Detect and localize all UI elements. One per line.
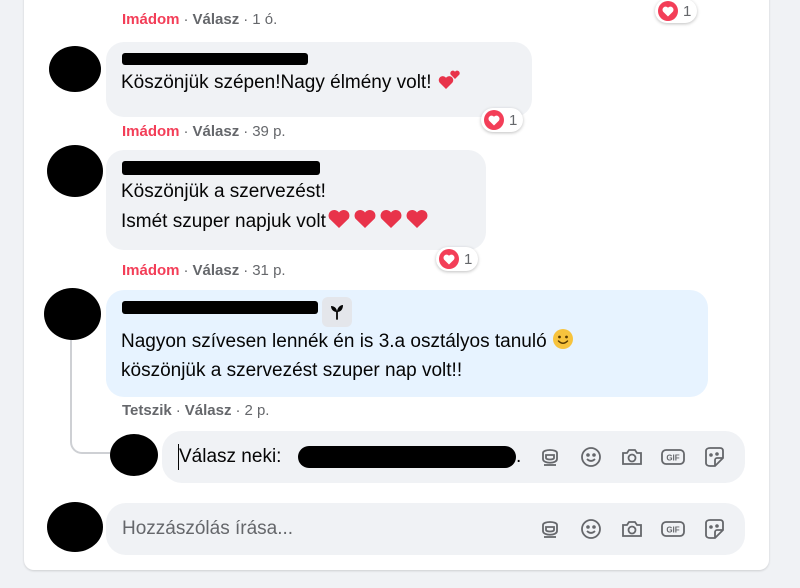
svg-text:GIF: GIF: [666, 526, 679, 535]
reply-input[interactable]: Válasz neki: . GIF: [162, 431, 745, 483]
reaction-count: 1: [509, 111, 518, 129]
love-reaction-link[interactable]: Imádom: [122, 11, 180, 28]
sticker-icon[interactable]: [701, 516, 727, 542]
red-heart-icon: [326, 206, 352, 239]
love-reaction-link[interactable]: Imádom: [122, 123, 180, 140]
comment-input-placeholder: Hozzászólás írása...: [122, 518, 294, 539]
two-hearts-icon: [437, 67, 463, 100]
reply-thread-line: [70, 338, 110, 454]
gif-icon[interactable]: GIF: [660, 444, 686, 470]
emoji-icon[interactable]: [578, 444, 604, 470]
redacted-mention: [298, 446, 516, 468]
reaction-count: 1: [464, 250, 473, 268]
current-user-avatar: [47, 502, 103, 552]
comment-bubble: Köszönjük szépen!Nagy élmény volt!: [106, 42, 532, 117]
redacted-author-name: [122, 161, 320, 175]
new-member-badge[interactable]: [322, 297, 352, 327]
comment-text: köszönjük a szervezést szuper nap volt!!: [121, 360, 463, 381]
reply-link[interactable]: Válasz: [185, 402, 232, 419]
avatar-sticker-icon[interactable]: [537, 444, 563, 470]
reply-input-text: Válasz neki:: [179, 446, 282, 467]
red-heart-icon: [404, 206, 430, 239]
timestamp[interactable]: 2 p.: [244, 402, 269, 419]
svg-text:GIF: GIF: [666, 454, 679, 463]
sprout-icon: [331, 305, 343, 320]
reaction-summary[interactable]: 1: [481, 108, 524, 132]
avatar[interactable]: [47, 145, 103, 197]
love-reaction-icon: [439, 249, 459, 269]
camera-icon[interactable]: [619, 444, 645, 470]
camera-icon[interactable]: [619, 516, 645, 542]
red-heart-icon: [378, 206, 404, 239]
reply-link[interactable]: Válasz: [193, 262, 240, 279]
reaction-summary[interactable]: 1: [655, 0, 698, 23]
timestamp[interactable]: 31 p.: [252, 262, 285, 279]
love-reaction-icon: [658, 1, 678, 21]
avatar-sticker-icon[interactable]: [537, 516, 563, 542]
comment-text: Köszönjük a szervezést!: [121, 181, 326, 202]
redacted-author-name: [122, 53, 308, 65]
comment-text: Nagyon szívesen lennék én is 3.a osztály…: [121, 327, 574, 359]
comment-meta: Imádom · Válasz · 39 p.: [122, 123, 286, 140]
comment-text: Köszönjük szépen!Nagy élmény volt!: [121, 67, 463, 100]
reaction-count: 1: [683, 2, 692, 20]
like-link[interactable]: Tetszik: [122, 402, 172, 419]
timestamp[interactable]: 1 ó.: [252, 11, 277, 28]
reply-link[interactable]: Válasz: [193, 11, 240, 28]
reply-input-suffix: .: [516, 446, 522, 467]
smiling-face-icon: [552, 328, 574, 359]
comment-meta: Imádom · Válasz · 1 ó.: [122, 11, 278, 28]
comment-meta: Imádom · Válasz · 31 p.: [122, 262, 286, 279]
comment-bubble: Köszönjük a szervezést! Ismét szuper nap…: [106, 150, 486, 250]
comment-input[interactable]: Hozzászólás írása... GIF: [106, 503, 745, 555]
comment-bubble: Nagyon szívesen lennék én is 3.a osztály…: [106, 290, 708, 397]
sticker-icon[interactable]: [701, 444, 727, 470]
red-heart-icon: [352, 206, 378, 239]
reaction-summary[interactable]: 1: [436, 247, 479, 271]
red-heart-icons: [326, 209, 430, 232]
avatar[interactable]: [44, 288, 101, 340]
love-reaction-icon: [484, 110, 504, 130]
redacted-author-name: [122, 301, 318, 314]
comment-meta: Tetszik · Válasz · 2 p.: [122, 402, 270, 419]
current-user-avatar: [110, 434, 158, 476]
comment-text: Ismét szuper napjuk volt: [121, 206, 430, 239]
avatar[interactable]: [49, 46, 101, 92]
comments-card: Imádom · Válasz · 1 ó. 1 Köszönjük szépen!Na…: [24, 0, 769, 570]
love-reaction-link[interactable]: Imádom: [122, 262, 180, 279]
gif-icon[interactable]: GIF: [660, 516, 686, 542]
timestamp[interactable]: 39 p.: [252, 123, 285, 140]
reply-link[interactable]: Válasz: [193, 123, 240, 140]
emoji-icon[interactable]: [578, 516, 604, 542]
